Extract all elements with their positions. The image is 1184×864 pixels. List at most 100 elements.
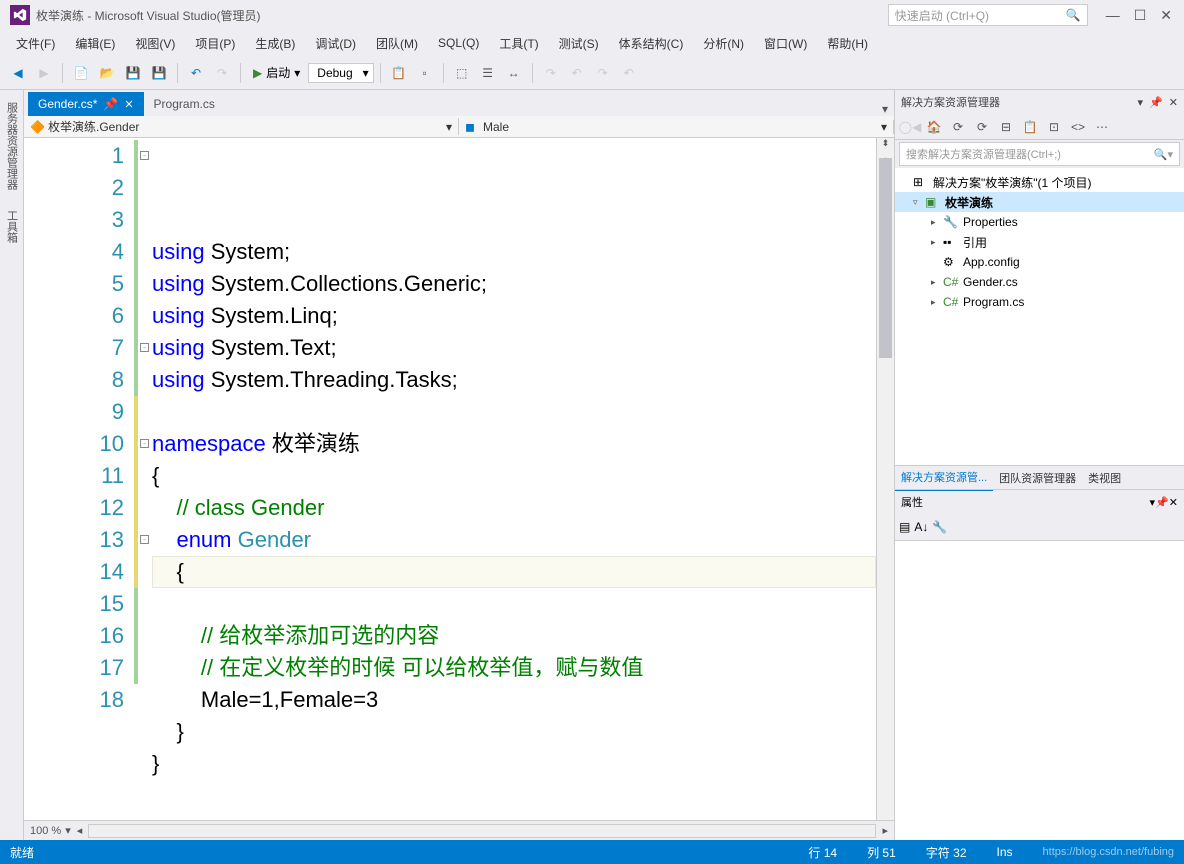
menu-debug[interactable]: 调试(D) xyxy=(307,32,364,55)
refresh-button[interactable]: ⟳ xyxy=(971,116,993,138)
zoom-value[interactable]: 100 % xyxy=(30,825,61,837)
home-button[interactable]: 🏠 xyxy=(923,116,945,138)
pin-icon[interactable]: 📌 xyxy=(103,97,118,111)
nav-back-button[interactable]: ◀ xyxy=(6,61,30,85)
chevron-down-icon[interactable]: ▾ xyxy=(1138,96,1144,109)
menu-test[interactable]: 测试(S) xyxy=(551,32,607,55)
tab-team-explorer[interactable]: 团队资源管理器 xyxy=(993,466,1082,490)
menu-tools[interactable]: 工具(T) xyxy=(491,32,546,55)
type-combo[interactable]: 🔶 枚举演练.Gender ▾ xyxy=(24,118,459,135)
pin-icon[interactable]: 📌 xyxy=(1155,496,1169,509)
pin-icon[interactable]: 📌 xyxy=(1149,96,1163,109)
vertical-scrollbar[interactable]: ⬍ ▴ xyxy=(876,138,894,820)
search-icon: 🔍 xyxy=(1066,8,1081,22)
menu-edit[interactable]: 编辑(E) xyxy=(67,32,123,55)
server-explorer-tab[interactable]: 服务器资源管理器 xyxy=(2,94,22,198)
save-button[interactable]: 💾 xyxy=(121,61,145,85)
solution-node[interactable]: ⊞ 解决方案"枚举演练"(1 个项目) xyxy=(895,172,1184,192)
horizontal-scrollbar[interactable] xyxy=(88,824,876,838)
code-button[interactable]: <> xyxy=(1067,116,1089,138)
sync-button[interactable]: ⟳ xyxy=(947,116,969,138)
tab-gender[interactable]: Gender.cs* 📌 ✕ xyxy=(28,92,144,116)
menu-window[interactable]: 窗口(W) xyxy=(756,32,815,55)
back-button[interactable]: ◯◀ xyxy=(899,116,921,138)
solution-icon: ⊞ xyxy=(913,175,929,189)
menu-view[interactable]: 视图(V) xyxy=(127,32,183,55)
maximize-button[interactable]: ☐ xyxy=(1134,7,1147,24)
tab-class-view[interactable]: 类视图 xyxy=(1082,466,1127,490)
quicklaunch-input[interactable]: 快速启动 (Ctrl+Q) 🔍 xyxy=(888,4,1088,26)
expand-icon[interactable]: ▸ xyxy=(931,297,943,308)
properties-button[interactable]: 📋 xyxy=(1019,116,1041,138)
scroll-thumb[interactable] xyxy=(879,158,892,358)
config-combo[interactable]: Debug ▾ xyxy=(308,63,373,83)
code-text[interactable]: using System;using System.Collections.Ge… xyxy=(152,138,876,820)
collapse-button[interactable]: ⊟ xyxy=(995,116,1017,138)
toolbar-button[interactable]: ↷ xyxy=(539,61,563,85)
toolbar-button[interactable]: ↷ xyxy=(591,61,615,85)
more-button[interactable]: ⋯ xyxy=(1091,116,1113,138)
start-debug-button[interactable]: ▶ 启动 ▾ xyxy=(247,62,306,83)
toolbar-button[interactable]: ↔ xyxy=(502,61,526,85)
nav-forward-button[interactable]: ▶ xyxy=(32,61,56,85)
scroll-left-icon[interactable]: ◂ xyxy=(77,824,83,837)
close-button[interactable]: ✕ xyxy=(1160,7,1172,24)
toolbox-tab[interactable]: 工具箱 xyxy=(2,202,22,251)
member-combo[interactable]: ◼ Male ▾ xyxy=(459,120,894,134)
close-icon[interactable]: ✕ xyxy=(1169,96,1178,109)
open-file-button[interactable]: 📂 xyxy=(95,61,119,85)
node-label: 枚举演练 xyxy=(945,194,993,211)
scroll-split-icon[interactable]: ⬍ xyxy=(877,138,894,154)
redo-button[interactable]: ↷ xyxy=(210,61,234,85)
toolbar-button[interactable]: ▫ xyxy=(413,61,437,85)
toolbar-button[interactable]: ⬚ xyxy=(450,61,474,85)
appconfig-node[interactable]: ⚙ App.config xyxy=(895,252,1184,272)
status-col: 列 51 xyxy=(867,844,896,861)
undo-button[interactable]: ↶ xyxy=(184,61,208,85)
menu-file[interactable]: 文件(F) xyxy=(8,32,63,55)
toolbar-button[interactable]: ☰ xyxy=(476,61,500,85)
menu-architecture[interactable]: 体系结构(C) xyxy=(611,32,692,55)
menu-analyze[interactable]: 分析(N) xyxy=(695,32,752,55)
toolbar-button[interactable]: ↶ xyxy=(617,61,641,85)
menu-help[interactable]: 帮助(H) xyxy=(819,32,876,55)
collapse-icon[interactable]: ▿ xyxy=(913,197,925,208)
panel-title: 属性 xyxy=(901,494,1150,510)
properties-wrench-button[interactable]: 🔧 xyxy=(932,520,947,534)
code-editor[interactable]: 123456789101112131415161718 ---- using S… xyxy=(24,138,894,820)
program-file-node[interactable]: ▸ C# Program.cs xyxy=(895,292,1184,312)
close-icon[interactable]: ✕ xyxy=(1169,496,1178,509)
status-ins: Ins xyxy=(997,845,1013,859)
menu-build[interactable]: 生成(B) xyxy=(247,32,303,55)
statusbar: 就绪 行 14 列 51 字符 32 Ins https://blog.csdn… xyxy=(0,840,1184,864)
chevron-down-icon[interactable]: ▾ xyxy=(65,824,71,837)
alphabetical-button[interactable]: A↓ xyxy=(914,520,928,534)
scroll-right-icon[interactable]: ▸ xyxy=(882,824,888,837)
tab-solution-explorer[interactable]: 解决方案资源管... xyxy=(895,465,993,491)
expand-icon[interactable]: ▸ xyxy=(931,277,943,288)
menu-project[interactable]: 项目(P) xyxy=(187,32,243,55)
toolbar-button[interactable]: 📋 xyxy=(387,61,411,85)
menu-sql[interactable]: SQL(Q) xyxy=(430,33,487,53)
tab-program[interactable]: Program.cs xyxy=(144,92,225,116)
search-placeholder: 搜索解决方案资源管理器(Ctrl+;) xyxy=(906,146,1154,162)
solution-search-input[interactable]: 搜索解决方案资源管理器(Ctrl+;) 🔍 ▾ xyxy=(899,142,1180,166)
search-icon: 🔍 xyxy=(1154,148,1168,161)
references-node[interactable]: ▸ ▪▪ 引用 xyxy=(895,232,1184,252)
minimize-button[interactable]: — xyxy=(1106,7,1120,24)
new-project-button[interactable]: 📄 xyxy=(69,61,93,85)
save-all-button[interactable]: 💾 xyxy=(147,61,171,85)
close-tab-icon[interactable]: ✕ xyxy=(124,98,133,111)
expand-icon[interactable]: ▸ xyxy=(931,217,943,228)
tab-overflow-button[interactable]: ▾ xyxy=(876,102,894,116)
project-node[interactable]: ▿ ▣ 枚举演练 xyxy=(895,192,1184,212)
expand-icon[interactable]: ▸ xyxy=(931,237,943,248)
properties-node[interactable]: ▸ 🔧 Properties xyxy=(895,212,1184,232)
show-all-button[interactable]: ⊡ xyxy=(1043,116,1065,138)
tab-label: Program.cs xyxy=(154,97,215,111)
toolbar-button[interactable]: ↶ xyxy=(565,61,589,85)
menu-team[interactable]: 团队(M) xyxy=(368,32,426,55)
gender-file-node[interactable]: ▸ C# Gender.cs xyxy=(895,272,1184,292)
categorized-button[interactable]: ▤ xyxy=(899,520,910,534)
editor-area: Gender.cs* 📌 ✕ Program.cs ▾ 🔶 枚举演练.Gende… xyxy=(24,90,894,840)
